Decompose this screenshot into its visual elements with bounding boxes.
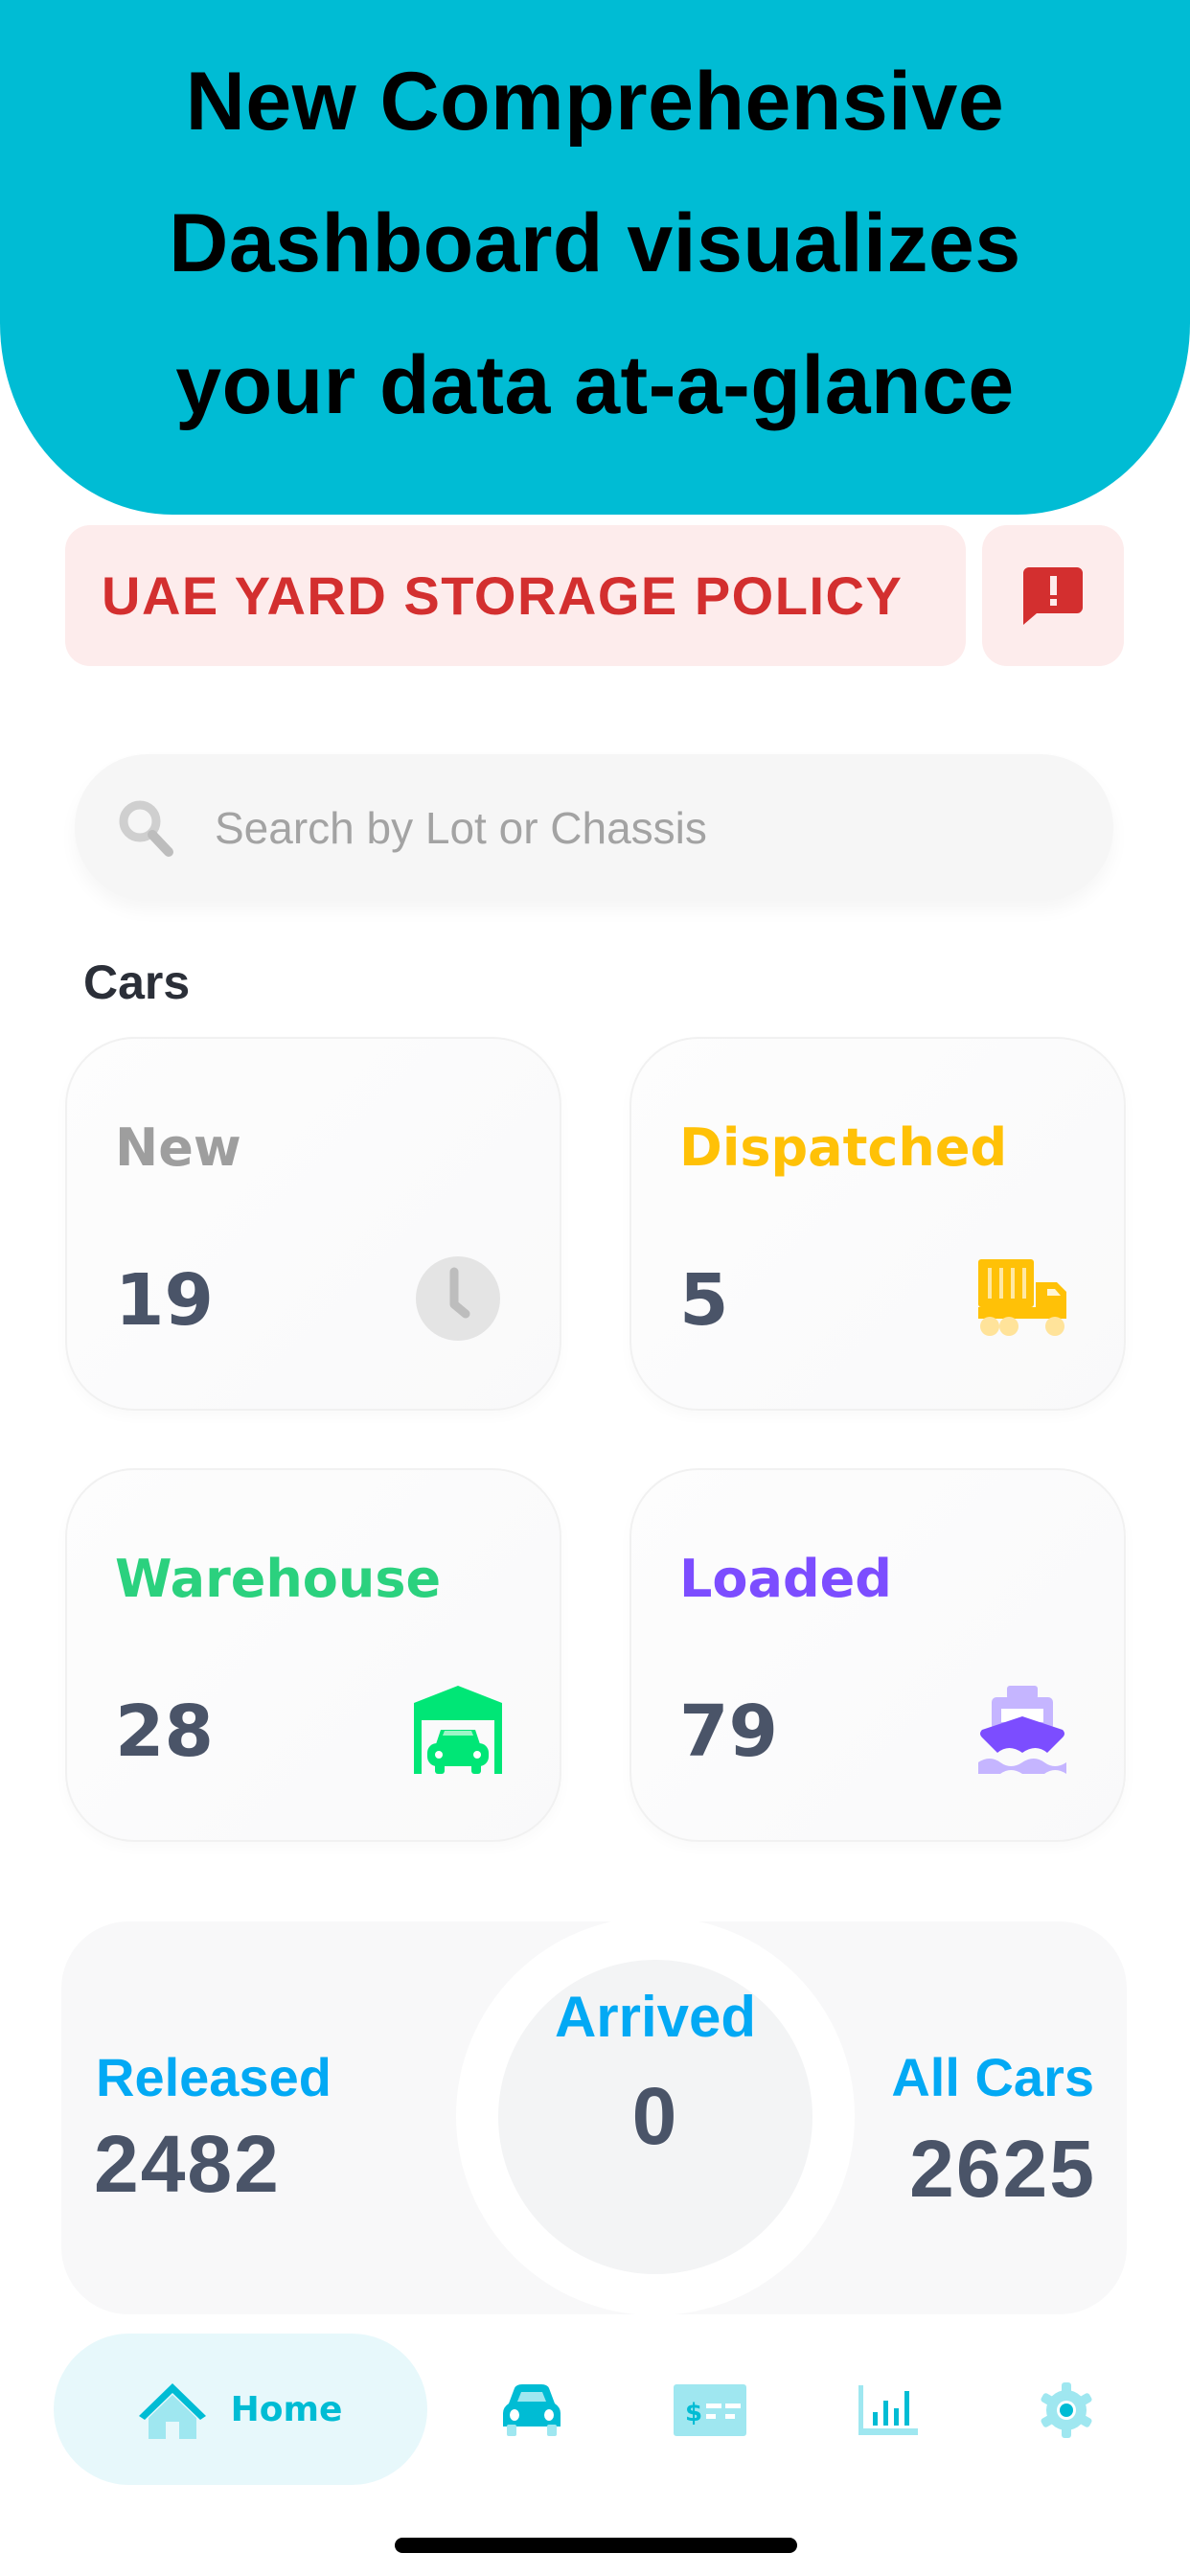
tab-home-label: Home xyxy=(230,2389,343,2429)
promo-headline-line-3: your data at-a-glance xyxy=(175,338,1015,431)
arrived-value[interactable]: 0 xyxy=(479,2070,832,2163)
promo-header: New Comprehensive Dashboard visualizes y… xyxy=(0,0,1190,515)
home-indicator[interactable] xyxy=(395,2538,797,2553)
gear-icon xyxy=(1041,2382,1092,2438)
search-icon xyxy=(119,800,173,857)
released-value[interactable]: 2482 xyxy=(94,2118,281,2211)
all-cars-value[interactable]: 2625 xyxy=(909,2123,1096,2216)
summary-card: Released 2482 Arrived 0 All Cars 2625 xyxy=(61,1921,1127,2314)
cars-section-title: Cars xyxy=(83,955,191,1009)
stat-value: 28 xyxy=(115,1690,214,1773)
promo-headline-line-1: New Comprehensive xyxy=(185,55,1005,148)
storage-policy-label: UAE YARD STORAGE POLICY xyxy=(102,565,904,626)
garage-icon xyxy=(414,1686,502,1774)
home-icon xyxy=(138,2383,206,2439)
stat-label: Dispatched xyxy=(679,1117,1008,1178)
stat-label: Warehouse xyxy=(115,1549,442,1609)
ship-icon xyxy=(978,1686,1066,1774)
stat-value: 19 xyxy=(115,1259,214,1342)
svg-text:$: $ xyxy=(685,2399,702,2427)
clock-icon xyxy=(416,1256,500,1341)
stat-card-warehouse[interactable]: Warehouse 28 xyxy=(65,1468,561,1842)
stat-label: New xyxy=(115,1117,241,1178)
search-input[interactable] xyxy=(215,801,1058,854)
search-bar[interactable] xyxy=(75,754,1113,901)
stat-label: Loaded xyxy=(679,1549,892,1609)
tab-settings[interactable] xyxy=(1014,2358,1119,2463)
all-cars-label: All Cars xyxy=(891,2047,1094,2107)
storage-policy-banner[interactable]: UAE YARD STORAGE POLICY xyxy=(65,525,966,666)
stat-card-dispatched[interactable]: Dispatched 5 xyxy=(629,1037,1126,1411)
car-icon xyxy=(503,2384,561,2436)
stat-card-new[interactable]: New 19 xyxy=(65,1037,561,1411)
stat-value: 79 xyxy=(679,1690,778,1773)
stat-card-loaded[interactable]: Loaded 79 xyxy=(629,1468,1126,1842)
alert-message-icon xyxy=(1023,566,1083,625)
invoice-icon: $ xyxy=(674,2384,746,2436)
tab-home[interactable]: Home xyxy=(54,2334,427,2485)
policy-alert-button[interactable] xyxy=(982,525,1124,666)
promo-headline-line-2: Dashboard visualizes xyxy=(169,196,1021,289)
bottom-tab-bar: Home $ xyxy=(0,2329,1190,2487)
truck-icon xyxy=(978,1259,1066,1336)
bar-chart-icon xyxy=(858,2385,918,2435)
released-label: Released xyxy=(96,2047,332,2107)
tab-invoices[interactable]: $ xyxy=(657,2358,763,2463)
tab-reports[interactable] xyxy=(835,2358,941,2463)
stat-value: 5 xyxy=(679,1259,729,1342)
tab-cars[interactable] xyxy=(479,2358,584,2463)
arrived-label: Arrived xyxy=(554,1985,757,2049)
